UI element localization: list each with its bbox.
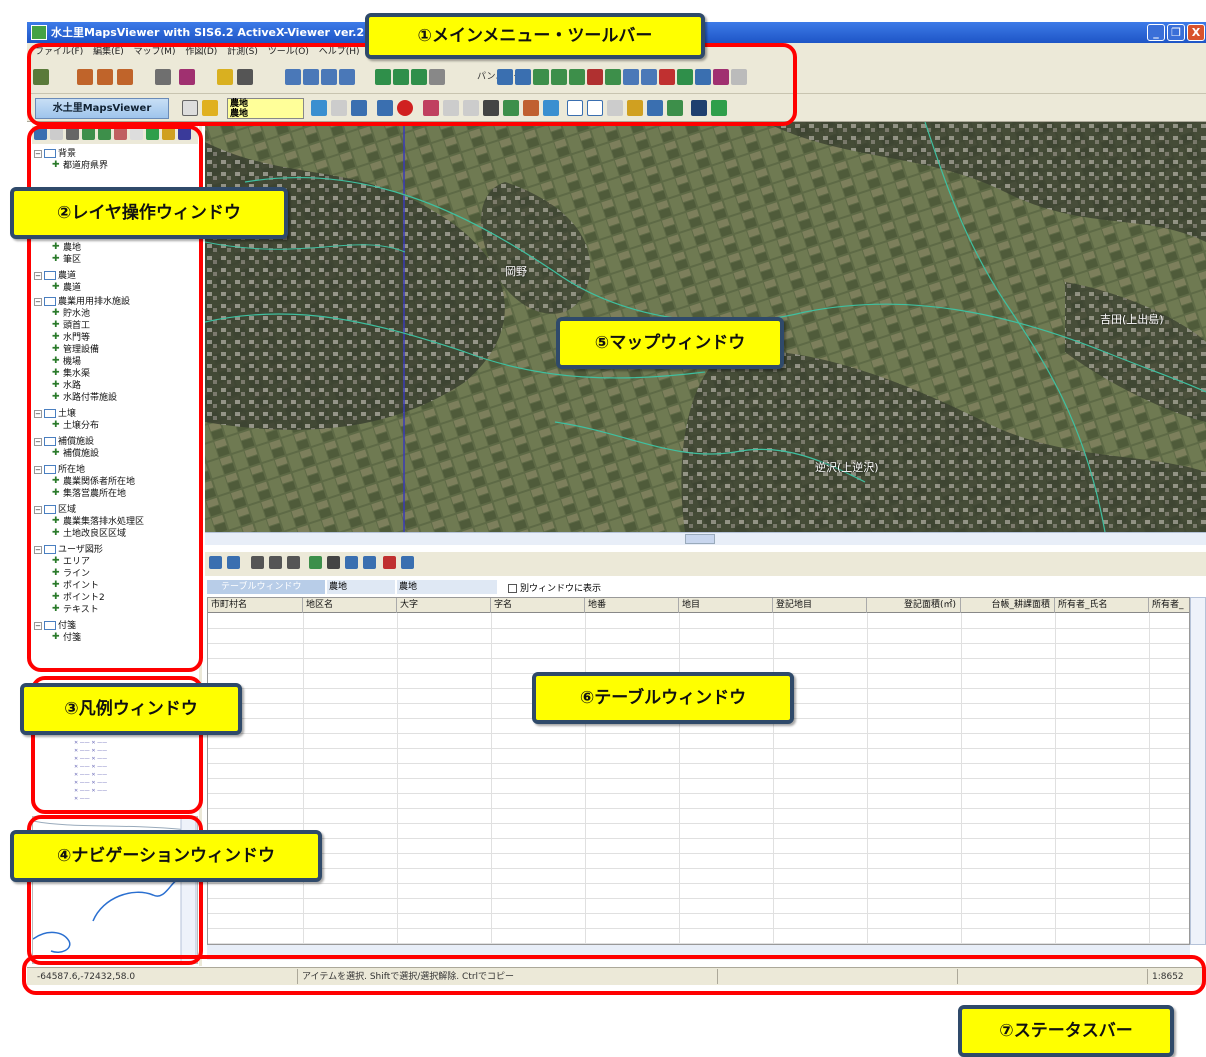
table-row-line [208, 853, 1189, 854]
col-aza[interactable]: 字名 [491, 598, 585, 613]
col-municipality[interactable]: 市町村名 [208, 598, 303, 613]
table-row-line [208, 868, 1189, 869]
table-row-line [208, 628, 1189, 629]
table-row-line [208, 823, 1189, 824]
table-vertical-scrollbar[interactable] [1190, 597, 1206, 945]
col-registered-area[interactable]: 登記面積(㎡) [867, 598, 961, 613]
table-row-line [208, 778, 1189, 779]
callout-status-bar: ⑦ステータスバー [958, 1005, 1174, 1057]
col-land-category[interactable]: 地目 [679, 598, 773, 613]
col-lot-number[interactable]: 地番 [585, 598, 679, 613]
table-select-all-icon[interactable] [209, 556, 222, 569]
sort-ascending-icon[interactable] [251, 556, 264, 569]
col-oaza[interactable]: 大字 [397, 598, 491, 613]
table-row-line [208, 733, 1189, 734]
table-column-line [961, 613, 962, 944]
callout-table-window: ⑥テーブルウィンドウ [532, 672, 794, 724]
table-column-headers: 市町村名 地区名 大字 字名 地番 地目 登記地目 登記面積(㎡) 台帳_耕課面… [208, 598, 1189, 613]
minimize-button[interactable]: _ [1147, 24, 1165, 41]
callout-main-menu: ①メインメニュー・ツールバー [365, 13, 705, 59]
sum-icon[interactable] [327, 556, 340, 569]
table-column-line [1149, 613, 1150, 944]
table-column-line [585, 613, 586, 944]
table-row-line [208, 808, 1189, 809]
table-column-line [397, 613, 398, 944]
table-row-line [208, 913, 1189, 914]
col-owner-name[interactable]: 所有者_氏名 [1055, 598, 1149, 613]
separate-window-checkbox[interactable] [508, 584, 517, 593]
col-registered-category[interactable]: 登記地目 [773, 598, 867, 613]
restore-button[interactable]: ❐ [1167, 24, 1185, 41]
table-search-icon[interactable] [345, 556, 358, 569]
table-row-line [208, 928, 1189, 929]
table-chart-icon[interactable] [309, 556, 322, 569]
col-ledger-area[interactable]: 台帳_耕課面積 [961, 598, 1055, 613]
table-layer-select[interactable]: 農地 [397, 580, 497, 594]
table-column-line [867, 613, 868, 944]
map-place-label-okano: 岡野 [505, 265, 527, 278]
table-column-line [303, 613, 304, 944]
table-next-icon[interactable] [401, 556, 414, 569]
callout-navigation-window: ④ナビゲーションウィンドウ [10, 830, 322, 882]
app-logo-icon [31, 25, 47, 40]
separate-window-label: 別ウィンドウに表示 [520, 584, 602, 594]
table-replace-icon[interactable] [363, 556, 376, 569]
map-scroll-thumb[interactable] [685, 534, 715, 544]
sort-custom-icon[interactable] [287, 556, 300, 569]
highlight-statusbar-frame [22, 955, 1206, 995]
table-mark-icon[interactable] [383, 556, 396, 569]
table-row-line [208, 748, 1189, 749]
table-row-line [208, 658, 1189, 659]
table-row-line [208, 643, 1189, 644]
table-row-line [208, 793, 1189, 794]
callout-legend-window: ③凡例ウィンドウ [20, 683, 242, 735]
table-column-line [1055, 613, 1056, 944]
callout-layer-window: ②レイヤ操作ウィンドウ [10, 187, 288, 239]
sort-descending-icon[interactable] [269, 556, 282, 569]
separate-window-option[interactable]: 別ウィンドウに表示 [508, 581, 601, 594]
table-window-tab[interactable]: テーブルウィンドウ [207, 580, 325, 594]
table-column-line [773, 613, 774, 944]
table-row-line [208, 838, 1189, 839]
window-title: 水土里MapsViewer with SIS6.2 ActiveX-Viewer… [51, 26, 392, 39]
table-toolbar [205, 552, 1206, 576]
table-deselect-icon[interactable] [227, 556, 240, 569]
col-owner-extra[interactable]: 所有者_ [1149, 598, 1189, 613]
map-place-label-sakasawa: 逆沢(上逆沢) [815, 461, 879, 474]
col-district[interactable]: 地区名 [303, 598, 397, 613]
table-layer-name: 農地 [327, 580, 395, 594]
close-button[interactable]: X [1187, 24, 1205, 41]
table-row-line [208, 763, 1189, 764]
table-column-line [679, 613, 680, 944]
attribute-table[interactable]: 市町村名 地区名 大字 字名 地番 地目 登記地目 登記面積(㎡) 台帳_耕課面… [207, 597, 1190, 945]
callout-map-window: ⑤マップウィンドウ [556, 317, 784, 369]
map-horizontal-scrollbar[interactable] [205, 532, 1206, 545]
table-row-line [208, 883, 1189, 884]
map-place-label-yoshida: 吉田(上出島) [1100, 313, 1164, 326]
table-row-line [208, 898, 1189, 899]
table-column-line [491, 613, 492, 944]
table-row-line [208, 943, 1189, 944]
